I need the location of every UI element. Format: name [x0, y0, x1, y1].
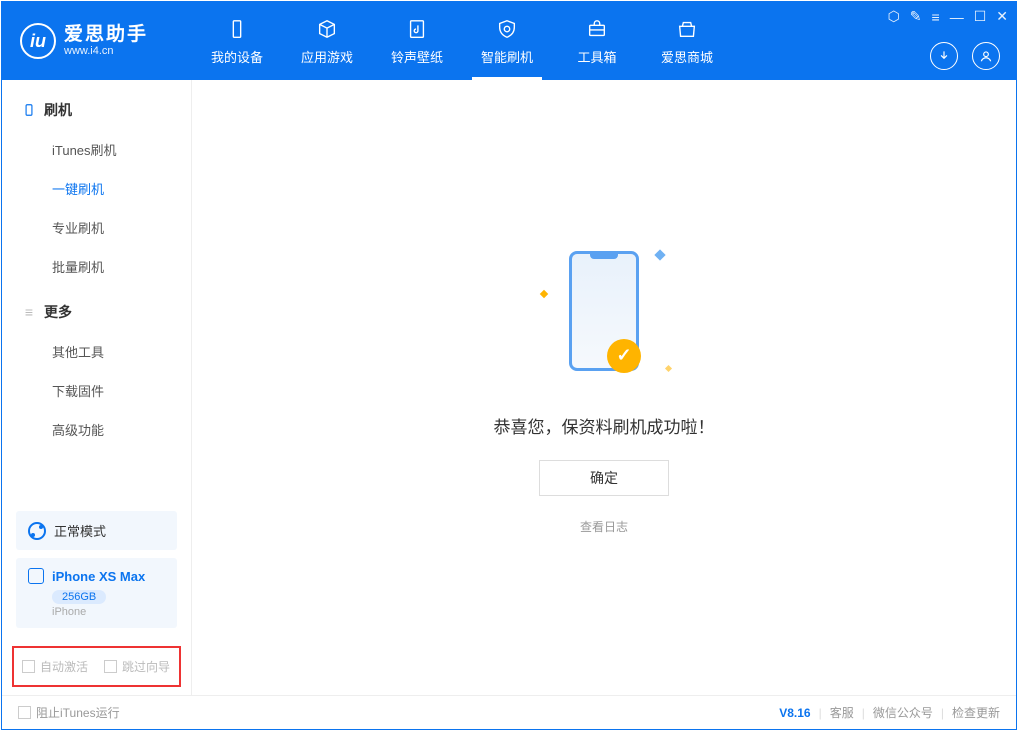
toolbox-icon — [585, 17, 609, 41]
cube-icon — [315, 17, 339, 41]
check-icon: ✓ — [607, 339, 641, 373]
device-type: iPhone — [52, 606, 165, 618]
device-card[interactable]: iPhone XS Max 256GB iPhone — [16, 558, 177, 628]
nav-label: 智能刷机 — [481, 47, 533, 66]
nav-my-device[interactable]: 我的设备 — [192, 2, 282, 80]
feedback-icon[interactable]: ✎ — [910, 8, 922, 25]
nav-toolbox[interactable]: 工具箱 — [552, 2, 642, 80]
logo-icon: iu — [20, 23, 56, 59]
sidebar: 刷机 iTunes刷机 一键刷机 专业刷机 批量刷机 ≡ 更多 其他工具 下载固… — [2, 80, 192, 695]
nav-store[interactable]: 爱思商城 — [642, 2, 732, 80]
sidebar-item-pro-flash[interactable]: 专业刷机 — [2, 208, 191, 247]
nav-label: 爱思商城 — [661, 47, 713, 66]
check-update-link[interactable]: 检查更新 — [952, 704, 1000, 721]
sidebar-item-download-firmware[interactable]: 下载固件 — [2, 371, 191, 410]
sidebar-item-oneclick-flash[interactable]: 一键刷机 — [2, 169, 191, 208]
store-icon — [675, 17, 699, 41]
checkbox-skip-guide[interactable]: 跳过向导 — [104, 658, 170, 675]
header-actions — [930, 42, 1000, 70]
tshirt-icon[interactable]: ⬡ — [888, 8, 900, 25]
phone-icon: ✓ — [569, 251, 639, 371]
minimize-button[interactable]: — — [950, 9, 964, 25]
success-graphic: ✓ — [549, 241, 659, 391]
nav-label: 应用游戏 — [301, 47, 353, 66]
app-name: 爱思助手 — [64, 25, 148, 46]
checkbox-label: 跳过向导 — [122, 658, 170, 675]
checkbox-block-itunes[interactable]: 阻止iTunes运行 — [18, 704, 120, 721]
user-icon[interactable] — [972, 42, 1000, 70]
highlighted-options: 自动激活 跳过向导 — [12, 646, 181, 687]
mode-card[interactable]: 正常模式 — [16, 511, 177, 550]
storage-badge: 256GB — [52, 590, 106, 604]
sidebar-section-flash: 刷机 — [2, 94, 191, 126]
support-link[interactable]: 客服 — [830, 704, 854, 721]
ok-button[interactable]: 确定 — [539, 460, 669, 496]
shield-refresh-icon — [495, 17, 519, 41]
main-content: ✓ 恭喜您，保资料刷机成功啦！ 确定 查看日志 — [192, 80, 1016, 695]
sidebar-item-batch-flash[interactable]: 批量刷机 — [2, 247, 191, 286]
mode-label: 正常模式 — [54, 521, 106, 540]
checkbox-label: 阻止iTunes运行 — [36, 704, 120, 721]
app-window: iu 爱思助手 www.i4.cn 我的设备 应用游戏 铃声壁纸 智能刷机 — [1, 1, 1017, 730]
device-name: iPhone XS Max — [52, 569, 145, 584]
menu-icon[interactable]: ≡ — [932, 9, 940, 25]
title-bar: iu 爱思助手 www.i4.cn 我的设备 应用游戏 铃声壁纸 智能刷机 — [2, 2, 1016, 80]
nav-label: 工具箱 — [577, 47, 616, 66]
nav-label: 铃声壁纸 — [391, 47, 443, 66]
checkbox-icon — [18, 706, 31, 719]
mode-icon — [28, 522, 46, 540]
nav-smart-flash[interactable]: 智能刷机 — [462, 2, 552, 80]
body: 刷机 iTunes刷机 一键刷机 专业刷机 批量刷机 ≡ 更多 其他工具 下载固… — [2, 80, 1016, 695]
checkbox-label: 自动激活 — [40, 658, 88, 675]
sidebar-item-advanced[interactable]: 高级功能 — [2, 410, 191, 449]
window-controls: ⬡ ✎ ≡ — ☐ ✕ — [888, 8, 1008, 25]
main-nav: 我的设备 应用游戏 铃声壁纸 智能刷机 工具箱 爱思商城 — [192, 2, 732, 80]
phone-icon — [22, 103, 36, 117]
wechat-link[interactable]: 微信公众号 — [873, 704, 933, 721]
checkbox-auto-activate[interactable]: 自动激活 — [22, 658, 88, 675]
device-icon — [225, 17, 249, 41]
section-title: 更多 — [44, 302, 72, 322]
nav-ringtone-wallpaper[interactable]: 铃声壁纸 — [372, 2, 462, 80]
maximize-button[interactable]: ☐ — [974, 8, 987, 25]
nav-label: 我的设备 — [211, 47, 263, 66]
version-label: V8.16 — [779, 706, 810, 720]
music-file-icon — [405, 17, 429, 41]
sidebar-item-other-tools[interactable]: 其他工具 — [2, 332, 191, 371]
device-icon — [28, 568, 44, 584]
sidebar-section-more: ≡ 更多 — [2, 296, 191, 328]
list-icon: ≡ — [22, 305, 36, 319]
close-button[interactable]: ✕ — [996, 8, 1008, 25]
view-log-link[interactable]: 查看日志 — [580, 518, 628, 535]
nav-apps-games[interactable]: 应用游戏 — [282, 2, 372, 80]
app-url: www.i4.cn — [64, 45, 148, 57]
sidebar-item-itunes-flash[interactable]: iTunes刷机 — [2, 130, 191, 169]
logo[interactable]: iu 爱思助手 www.i4.cn — [2, 23, 192, 59]
checkbox-icon — [104, 660, 117, 673]
download-icon[interactable] — [930, 42, 958, 70]
success-message: 恭喜您，保资料刷机成功啦！ — [494, 413, 715, 438]
status-bar: 阻止iTunes运行 V8.16 | 客服 | 微信公众号 | 检查更新 — [2, 695, 1016, 729]
checkbox-icon — [22, 660, 35, 673]
section-title: 刷机 — [44, 100, 72, 120]
